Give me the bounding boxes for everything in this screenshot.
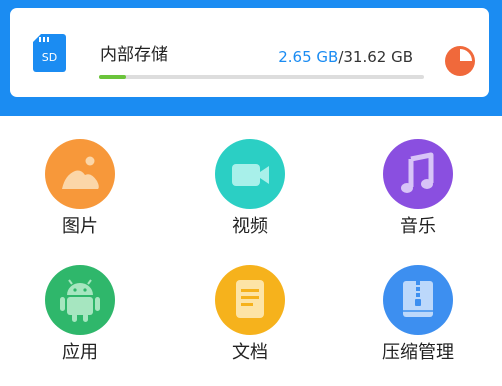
storage-progress-bar <box>99 75 424 79</box>
category-music[interactable]: 音乐 <box>358 139 478 259</box>
category-label: 视频 <box>232 216 268 237</box>
used-space: 2.65 GB <box>278 48 339 66</box>
category-videos[interactable]: 视频 <box>190 139 310 259</box>
category-documents[interactable]: 文档 <box>190 265 310 385</box>
image-icon <box>45 139 115 209</box>
category-images[interactable]: 图片 <box>20 139 140 259</box>
document-icon <box>215 265 285 335</box>
category-label: 图片 <box>62 216 98 237</box>
category-label: 文档 <box>232 342 268 363</box>
category-label: 压缩管理 <box>382 342 454 363</box>
sd-card-icon: SD <box>33 34 66 72</box>
pie-chart-icon[interactable] <box>444 45 476 77</box>
category-label: 音乐 <box>400 216 436 237</box>
video-icon <box>215 139 285 209</box>
zip-icon <box>383 265 453 335</box>
music-icon <box>383 139 453 209</box>
category-apps[interactable]: 应用 <box>20 265 140 385</box>
category-label: 应用 <box>62 342 98 363</box>
sd-label: SD <box>42 51 57 64</box>
internal-storage-card[interactable]: SD 内部存储 2.65 GB/31.62 GB <box>10 8 489 97</box>
total-space: 31.62 GB <box>343 48 413 66</box>
category-archives[interactable]: 压缩管理 <box>358 265 478 385</box>
storage-title: 内部存储 <box>100 45 168 65</box>
android-icon <box>45 265 115 335</box>
storage-usage: 2.65 GB/31.62 GB <box>278 48 413 66</box>
storage-progress-fill <box>99 75 127 79</box>
